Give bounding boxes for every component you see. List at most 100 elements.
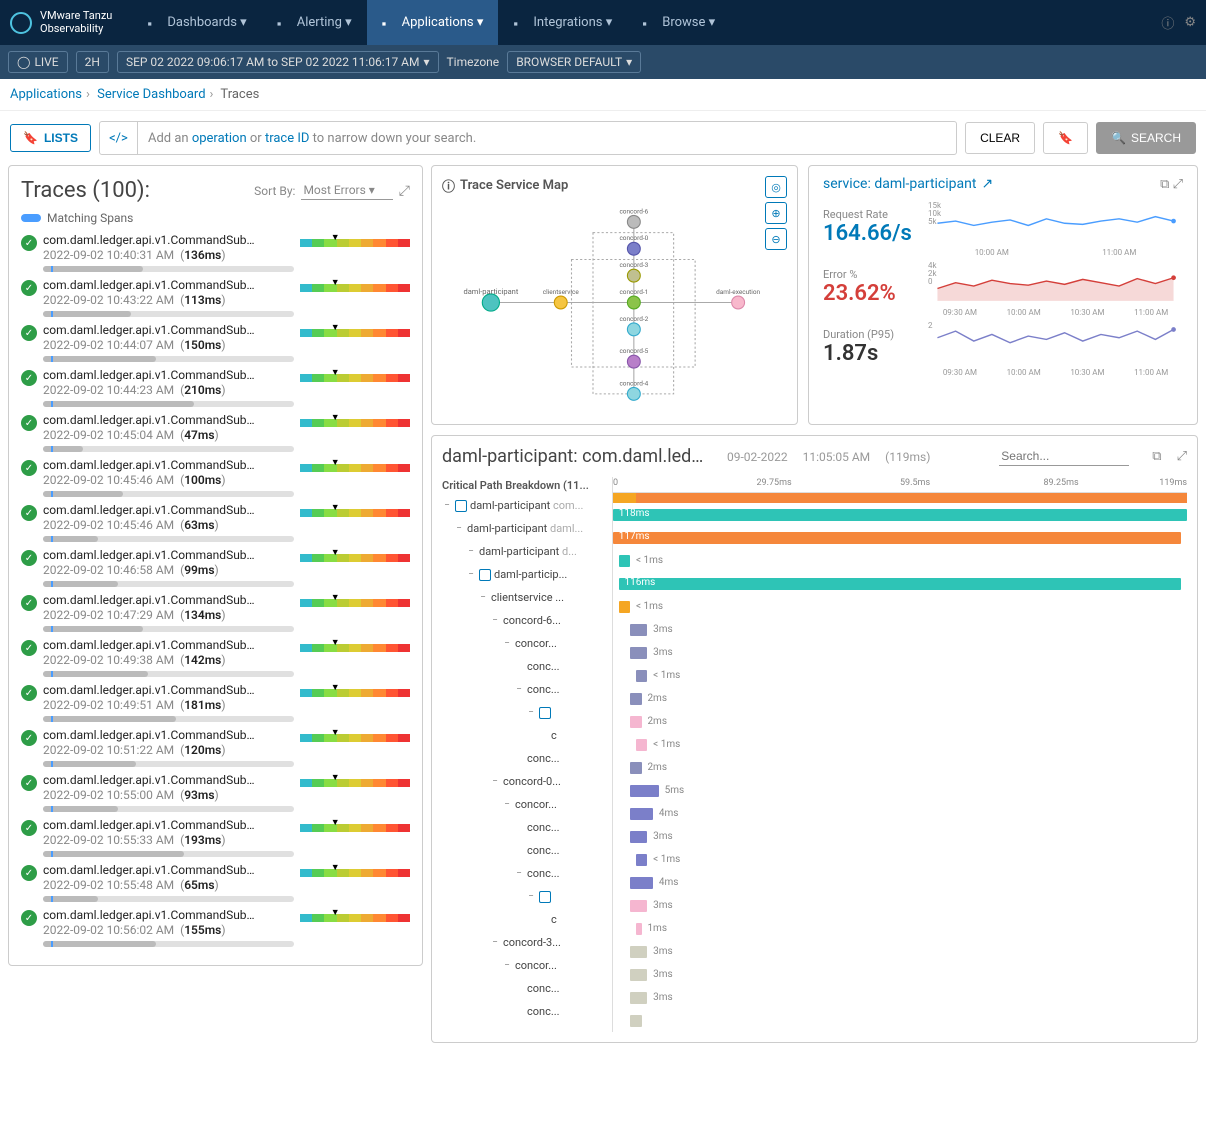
span-bar-row[interactable]: 4ms — [613, 871, 1187, 894]
span-tree-row[interactable]: −concord-0... — [442, 770, 612, 793]
span-tree-row[interactable]: −concor... — [442, 954, 612, 977]
span-tree-row[interactable]: −daml-particip... — [442, 563, 612, 586]
range-preset-button[interactable]: 2H — [76, 51, 109, 73]
span-tree-row[interactable]: −concor... — [442, 793, 612, 816]
toggle-icon[interactable]: − — [502, 799, 512, 810]
span-tree-row[interactable]: −daml-participant com... — [442, 494, 612, 517]
service-map-graph[interactable]: daml-participant clientservice concord-6… — [442, 195, 787, 410]
toggle-icon[interactable]: − — [490, 937, 500, 948]
span-tree-row[interactable]: conc... — [442, 747, 612, 770]
span-tree-row[interactable]: −concor... — [442, 632, 612, 655]
trace-row[interactable]: ✓com.daml.ledger.api.v1.CommandSubmissio… — [21, 413, 410, 452]
span-bar-row[interactable]: 4ms — [613, 802, 1187, 825]
help-icon[interactable]: ⓘ — [1161, 13, 1174, 32]
span-tree-row[interactable]: conc... — [442, 977, 612, 1000]
trace-row[interactable]: ✓com.daml.ledger.api.v1.CommandSubmissio… — [21, 863, 410, 902]
toggle-icon[interactable]: − — [526, 891, 536, 902]
toggle-icon[interactable]: − — [526, 707, 536, 718]
trace-row[interactable]: ✓com.daml.ledger.api.v1.CommandSubmissio… — [21, 503, 410, 542]
lists-button[interactable]: 🔖LISTS — [10, 124, 91, 152]
span-tree-row[interactable]: −concord-6... — [442, 609, 612, 632]
trace-row[interactable]: ✓com.daml.ledger.api.v1.CommandSubmissio… — [21, 278, 410, 317]
toggle-icon[interactable]: − — [502, 638, 512, 649]
nav-applications[interactable]: ▪Applications ▾ — [367, 0, 499, 45]
expand-icon[interactable]: ⤢ — [399, 183, 410, 199]
span-bar-row[interactable] — [613, 1009, 1187, 1032]
bc-applications[interactable]: Applications — [10, 87, 82, 102]
trace-detail-search[interactable] — [999, 447, 1129, 466]
span-bar-row[interactable]: < 1ms — [613, 733, 1187, 756]
span-tree-row[interactable]: −daml-participant daml... — [442, 517, 612, 540]
span-bar-row[interactable]: 5ms — [613, 779, 1187, 802]
toggle-icon[interactable]: − — [466, 569, 476, 580]
span-bar-row[interactable]: 118ms — [613, 503, 1187, 526]
span-bar-row[interactable]: < 1ms — [613, 664, 1187, 687]
toggle-icon[interactable]: − — [478, 592, 488, 603]
trace-row[interactable]: ✓com.daml.ledger.api.v1.CommandSubmissio… — [21, 593, 410, 632]
timezone-select[interactable]: BROWSER DEFAULT ▾ — [507, 51, 641, 73]
time-range-button[interactable]: SEP 02 2022 09:06:17 AM to SEP 02 2022 1… — [117, 51, 439, 73]
trace-row[interactable]: ✓com.daml.ledger.api.v1.CommandSubmissio… — [21, 683, 410, 722]
span-bar-row[interactable]: 1ms — [613, 917, 1187, 940]
sort-select[interactable]: Most Errors ▾ — [301, 181, 392, 200]
code-toggle-icon[interactable]: </> — [100, 122, 138, 154]
sparkline-chart[interactable]: 4k2k009:30 AM10:00 AM10:30 AM11:00 AM — [928, 262, 1183, 312]
trace-row[interactable]: ✓com.daml.ledger.api.v1.CommandSubmissio… — [21, 773, 410, 812]
toggle-icon[interactable]: − — [490, 776, 500, 787]
nav-browse[interactable]: ▪Browse ▾ — [627, 0, 730, 45]
settings-icon[interactable]: ⚙ — [1184, 15, 1196, 30]
trace-row[interactable]: ✓com.daml.ledger.api.v1.CommandSubmissio… — [21, 818, 410, 857]
span-bar-row[interactable]: 2ms — [613, 687, 1187, 710]
nav-alerting[interactable]: ▪Alerting ▾ — [262, 0, 367, 45]
trace-row[interactable]: ✓com.daml.ledger.api.v1.CommandSubmissio… — [21, 368, 410, 407]
brand-logo[interactable]: VMware Tanzu Observability — [10, 10, 132, 34]
search-button[interactable]: 🔍SEARCH — [1096, 122, 1196, 154]
span-bar-row[interactable]: 3ms — [613, 963, 1187, 986]
span-tree-row[interactable]: conc... — [442, 655, 612, 678]
span-timeline[interactable]: 0 29.75ms 59.5ms 89.25ms 119ms 118ms117m… — [612, 477, 1187, 1032]
span-tree-row[interactable]: −daml-participant d... — [442, 540, 612, 563]
search-input-container[interactable]: </> Add an operation or trace ID to narr… — [99, 121, 957, 155]
span-tree-row[interactable]: −clientservice ... — [442, 586, 612, 609]
span-tree-row[interactable]: c — [442, 724, 612, 747]
span-bar-row[interactable]: 3ms — [613, 940, 1187, 963]
span-tree-row[interactable]: conc... — [442, 816, 612, 839]
toggle-icon[interactable]: − — [502, 960, 512, 971]
span-tree-row[interactable]: −conc... — [442, 862, 612, 885]
span-bar-row[interactable]: 3ms — [613, 618, 1187, 641]
sparkline-chart[interactable]: 15k10k5k10:00 AM11:00 AM — [928, 202, 1183, 252]
span-bar-row[interactable]: 3ms — [613, 641, 1187, 664]
zoom-in-button[interactable]: ⊕ — [765, 202, 787, 224]
span-bar-row[interactable]: < 1ms — [613, 595, 1187, 618]
trace-row[interactable]: ✓com.daml.ledger.api.v1.CommandSubmissio… — [21, 908, 410, 947]
span-tree-row[interactable]: −conc... — [442, 678, 612, 701]
trace-row[interactable]: ✓com.daml.ledger.api.v1.CommandSubmissio… — [21, 548, 410, 587]
sparkline-chart[interactable]: 209:30 AM10:00 AM10:30 AM11:00 AM — [928, 322, 1183, 372]
nav-integrations[interactable]: ▪Integrations ▾ — [498, 0, 627, 45]
expand-icon[interactable]: ⤢ — [1173, 177, 1183, 192]
span-bar-row[interactable]: 2ms — [613, 756, 1187, 779]
span-tree-row[interactable]: conc... — [442, 1000, 612, 1023]
trace-row[interactable]: ✓com.daml.ledger.api.v1.CommandSubmissio… — [21, 233, 410, 272]
trace-row[interactable]: ✓com.daml.ledger.api.v1.CommandSubmissio… — [21, 638, 410, 677]
span-tree-row[interactable]: −concord-3... — [442, 931, 612, 954]
trace-row[interactable]: ✓com.daml.ledger.api.v1.CommandSubmissio… — [21, 323, 410, 362]
span-tree-row[interactable]: conc... — [442, 839, 612, 862]
bc-service-dashboard[interactable]: Service Dashboard — [97, 87, 205, 102]
span-tree-row[interactable]: − — [442, 885, 612, 908]
span-tree-row[interactable]: c — [442, 908, 612, 931]
span-bar-row[interactable]: 117ms — [613, 526, 1187, 549]
span-bar-row[interactable]: 3ms — [613, 825, 1187, 848]
toggle-icon[interactable]: − — [454, 523, 464, 534]
clear-button[interactable]: CLEAR — [965, 122, 1035, 154]
live-button[interactable]: ◯ LIVE — [8, 51, 68, 73]
span-bar-row[interactable]: 3ms — [613, 894, 1187, 917]
span-bar-row[interactable]: 3ms — [613, 986, 1187, 1009]
toggle-icon[interactable]: − — [442, 500, 452, 511]
span-bar-row[interactable]: < 1ms — [613, 848, 1187, 871]
nav-dashboards[interactable]: ▪Dashboards ▾ — [132, 0, 261, 45]
toggle-icon[interactable]: − — [514, 684, 524, 695]
span-bar-row[interactable]: 2ms — [613, 710, 1187, 733]
toggle-icon[interactable]: − — [514, 868, 524, 879]
toggle-icon[interactable]: − — [490, 615, 500, 626]
